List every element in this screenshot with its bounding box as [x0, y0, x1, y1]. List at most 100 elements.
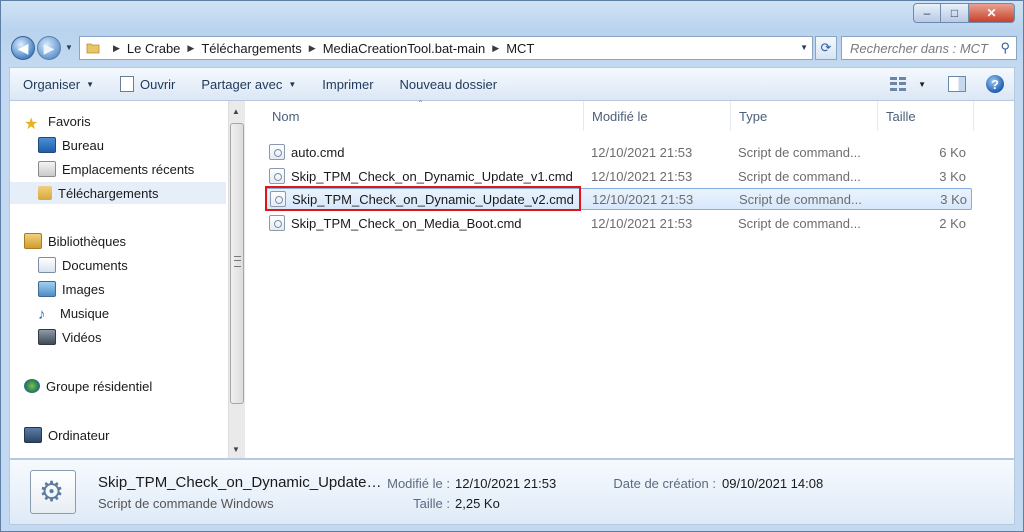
- address-dropdown[interactable]: ▼: [800, 43, 808, 52]
- command-bar: Organiser ▼ Ouvrir Partager avec ▼ Imprime…: [9, 67, 1015, 101]
- file-row[interactable]: auto.cmd 12/10/2021 21:53 Script de comm…: [266, 141, 972, 163]
- column-name-label: Nom: [272, 108, 300, 124]
- column-headers: ⌃ Nom Modifié le Type Taille: [246, 99, 1014, 131]
- nav-homegroup-label: Groupe résidentiel: [46, 378, 153, 394]
- new-folder-label: Nouveau dossier: [399, 76, 498, 92]
- breadcrumb-le-crabe[interactable]: Le Crabe: [127, 41, 180, 56]
- view-dropdown[interactable]: ▼: [918, 80, 926, 89]
- cmd-file-large-icon: [30, 470, 76, 514]
- help-icon[interactable]: ?: [986, 75, 1004, 93]
- navigation-pane: ★ Favoris Bureau Emplacements récents Té…: [10, 101, 245, 458]
- preview-pane-icon[interactable]: [948, 76, 966, 92]
- close-button[interactable]: ✕: [969, 3, 1015, 23]
- recent-pages-dropdown[interactable]: ▼: [65, 43, 73, 52]
- arrow-left-icon: ◀: [17, 39, 29, 56]
- details-pane: Skip_TPM_Check_on_Dynamic_Update_v2... S…: [9, 459, 1015, 525]
- column-size-label: Taille: [886, 108, 916, 124]
- file-row-selected[interactable]: Skip_TPM_Check_on_Dynamic_Update_v2.cmd …: [266, 188, 972, 210]
- maximize-button[interactable]: □: [941, 3, 969, 23]
- file-name: Skip_TPM_Check_on_Dynamic_Update_v1.cmd: [291, 168, 573, 184]
- nav-favorites[interactable]: ★ Favoris: [24, 110, 91, 134]
- address-row: ◀ ▶ ▼ ▶ Le Crabe ▶ Téléchargements ▶ Med…: [9, 35, 1017, 61]
- breadcrumb-mediacreationtool[interactable]: MediaCreationTool.bat-main: [323, 41, 486, 56]
- toolbar-right: ▼ ?: [890, 75, 1014, 93]
- details-modified-value: 12/10/2021 21:53: [455, 476, 557, 491]
- nav-images-label: Images: [62, 281, 105, 297]
- refresh-button[interactable]: ⟳: [815, 36, 837, 60]
- nav-desktop[interactable]: Bureau: [38, 134, 104, 156]
- breadcrumb-mct[interactable]: MCT: [506, 41, 534, 56]
- print-label: Imprimer: [322, 76, 374, 92]
- chevron-right-icon[interactable]: ▶: [309, 43, 316, 54]
- file-type: Script de command...: [738, 168, 861, 184]
- column-header-modified[interactable]: Modifié le: [584, 101, 731, 131]
- desktop-icon: [38, 137, 56, 153]
- cmd-file-icon: [269, 215, 285, 231]
- minimize-button[interactable]: ‒: [913, 3, 941, 23]
- chevron-right-icon: ▶: [113, 42, 120, 53]
- column-modified-label: Modifié le: [592, 108, 648, 124]
- refresh-icon: ⟳: [820, 40, 832, 55]
- nav-documents[interactable]: Documents: [38, 254, 128, 276]
- new-folder-button[interactable]: Nouveau dossier: [387, 77, 511, 92]
- nav-documents-label: Documents: [62, 257, 128, 273]
- breadcrumb-telechargements[interactable]: Téléchargements: [201, 41, 301, 56]
- explorer-window: ‒ □ ✕ ◀ ▶ ▼ ▶ Le Crabe ▶ Téléchargements…: [0, 0, 1024, 532]
- column-header-name[interactable]: Nom: [264, 101, 584, 131]
- details-created-value: 09/10/2021 14:08: [722, 476, 824, 491]
- search-placeholder: Rechercher dans : MCT: [850, 40, 988, 56]
- navigation-scrollbar[interactable]: ▲ ▼: [228, 101, 245, 458]
- nav-downloads[interactable]: Téléchargements: [10, 182, 226, 204]
- nav-recent-label: Emplacements récents: [62, 161, 195, 177]
- nav-images[interactable]: Images: [38, 278, 105, 300]
- scroll-up-icon[interactable]: ▲: [232, 107, 240, 116]
- search-icon: ⚲: [1000, 40, 1010, 55]
- file-row[interactable]: Skip_TPM_Check_on_Dynamic_Update_v1.cmd …: [266, 165, 972, 187]
- images-icon: [38, 281, 56, 297]
- chevron-right-icon[interactable]: ▶: [187, 43, 194, 54]
- recent-places-icon: [38, 161, 56, 177]
- music-icon: ♪: [38, 306, 46, 323]
- libraries-icon: [24, 233, 42, 249]
- computer-icon: [24, 427, 42, 443]
- details-file-name: Skip_TPM_Check_on_Dynamic_Update_v2...: [98, 474, 382, 491]
- search-input[interactable]: Rechercher dans : MCT ⚲: [841, 36, 1017, 60]
- videos-icon: [38, 329, 56, 345]
- chevron-down-icon: ▼: [288, 79, 297, 89]
- details-modified-label: Modifié le :: [387, 476, 450, 491]
- grip-icon: [234, 256, 241, 267]
- share-with-button[interactable]: Partager avec ▼: [188, 77, 309, 92]
- print-button[interactable]: Imprimer: [309, 77, 386, 92]
- column-header-size[interactable]: Taille: [878, 101, 974, 131]
- cmd-file-icon: [269, 144, 285, 160]
- nav-music[interactable]: ♪ Musique: [38, 302, 109, 324]
- nav-desktop-label: Bureau: [62, 137, 104, 153]
- nav-recent[interactable]: Emplacements récents: [38, 158, 194, 180]
- documents-icon: [38, 257, 56, 273]
- file-row[interactable]: Skip_TPM_Check_on_Media_Boot.cmd 12/10/2…: [266, 212, 972, 234]
- file-size: 3 Ko: [939, 168, 966, 184]
- nav-videos[interactable]: Vidéos: [38, 326, 102, 348]
- column-header-type[interactable]: Type: [731, 101, 878, 131]
- file-type: Script de command...: [739, 191, 862, 207]
- nav-music-label: Musique: [60, 305, 110, 321]
- back-button[interactable]: ◀: [11, 36, 35, 60]
- view-options-icon[interactable]: [890, 77, 907, 91]
- star-icon: ★: [24, 116, 39, 133]
- organize-button[interactable]: Organiser ▼: [10, 77, 107, 92]
- nav-computer-label: Ordinateur: [48, 427, 110, 443]
- nav-computer[interactable]: Ordinateur: [24, 424, 109, 446]
- nav-videos-label: Vidéos: [62, 329, 102, 345]
- file-size: 6 Ko: [939, 144, 966, 160]
- scrollbar-thumb[interactable]: [230, 123, 244, 404]
- open-button[interactable]: Ouvrir: [107, 76, 188, 92]
- address-bar[interactable]: ▶ Le Crabe ▶ Téléchargements ▶ MediaCrea…: [79, 36, 813, 60]
- nav-libraries[interactable]: Bibliothèques: [24, 230, 126, 252]
- forward-button[interactable]: ▶: [37, 36, 61, 60]
- scroll-down-icon[interactable]: ▼: [232, 445, 240, 454]
- chevron-right-icon[interactable]: ▶: [492, 43, 499, 54]
- file-modified: 12/10/2021 21:53: [591, 144, 693, 160]
- nav-homegroup[interactable]: Groupe résidentiel: [24, 375, 152, 397]
- file-modified: 12/10/2021 21:53: [591, 168, 693, 184]
- file-size: 3 Ko: [940, 191, 967, 207]
